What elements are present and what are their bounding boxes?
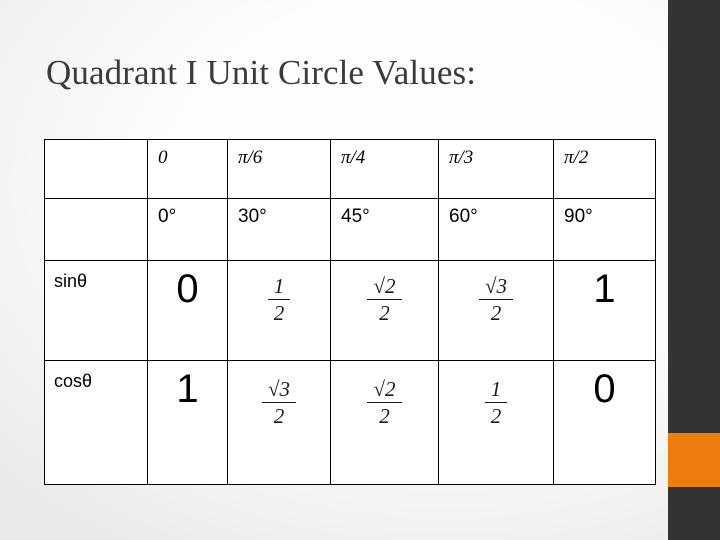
cell-degrees-45: 45°	[330, 198, 439, 261]
table-row-radians: 0 π/6 π/4 π/3 π/2	[44, 139, 656, 199]
sqrt-radicand: 3	[279, 377, 291, 401]
radians-value-pi2: π/2	[564, 147, 589, 168]
sin-value-pi6: 1 2	[267, 275, 291, 325]
fraction-denominator: 2	[273, 403, 285, 428]
table-row-sin: sinθ 0 1 2 √2 2 √3 2 1	[44, 260, 656, 361]
cell-radians-0: 0	[147, 139, 228, 199]
cell-sin-pi4: √2 2	[330, 260, 439, 361]
cell-cos-pi6: √3 2	[227, 360, 331, 485]
cell-radians-pi6: π/6	[227, 139, 331, 199]
radians-value-0: 0	[158, 147, 168, 168]
radians-value-pi4: π/4	[341, 147, 366, 168]
fraction-numerator: 1	[267, 275, 291, 300]
cell-radians-pi4: π/4	[330, 139, 439, 199]
page-title: Quadrant I Unit Circle Values:	[46, 53, 477, 92]
degrees-value-90: 90°	[564, 206, 593, 227]
fraction-numerator: √2	[367, 377, 402, 403]
fraction-denominator: 2	[490, 403, 502, 428]
degrees-value-0: 0°	[158, 206, 177, 227]
cos-row-label: cosθ	[54, 371, 93, 391]
table-row-degrees: 0° 30° 45° 60° 90°	[44, 198, 656, 261]
degrees-value-45: 45°	[341, 206, 370, 227]
sin-value-pi4: √2 2	[367, 274, 402, 325]
slide: Quadrant I Unit Circle Values: 0 π/6 π/4…	[0, 0, 720, 540]
sin-value-pi2: 1	[593, 267, 616, 311]
fraction-numerator: √3	[478, 274, 514, 300]
cell-sin-label: sinθ	[44, 260, 148, 361]
cell-sin-0: 0	[147, 260, 228, 361]
cell-cos-pi4: √2 2	[330, 360, 439, 485]
cell-radians-label	[44, 139, 148, 199]
fraction-numerator: √3	[261, 377, 297, 403]
sin-row-label: sinθ	[54, 271, 88, 291]
cell-degrees-0: 0°	[147, 198, 228, 261]
fraction-denominator: 2	[273, 300, 285, 325]
cell-cos-pi2: 0	[553, 360, 656, 485]
cell-degrees-90: 90°	[553, 198, 656, 261]
cell-sin-pi6: 1 2	[227, 260, 331, 361]
cos-value-pi3: 1 2	[484, 378, 508, 428]
cos-value-pi6: √3 2	[261, 377, 297, 428]
table-row-cos: cosθ 1 √3 2 √2 2 1 2 0	[44, 360, 656, 485]
cell-sin-pi3: √3 2	[438, 260, 554, 361]
cell-radians-pi2: π/2	[553, 139, 656, 199]
radians-value-pi6: π/6	[238, 147, 263, 168]
orange-accent-band	[668, 433, 720, 487]
cos-value-pi4: √2 2	[367, 377, 402, 428]
sqrt-radicand: 3	[496, 274, 508, 298]
cell-degrees-60: 60°	[438, 198, 554, 261]
unit-circle-table: 0 π/6 π/4 π/3 π/2 0° 30° 45° 60° 90° sin…	[44, 139, 656, 485]
fraction-denominator: 2	[379, 300, 390, 325]
degrees-value-30: 30°	[238, 206, 267, 227]
cell-degrees-label	[44, 198, 148, 261]
cell-cos-label: cosθ	[44, 360, 148, 485]
radians-value-pi3: π/3	[449, 147, 474, 168]
sqrt-radicand: 2	[385, 377, 396, 401]
degrees-value-60: 60°	[449, 206, 478, 227]
cell-cos-0: 1	[147, 360, 228, 485]
cell-radians-pi3: π/3	[438, 139, 554, 199]
sin-value-pi3: √3 2	[478, 274, 514, 325]
fraction-denominator: 2	[379, 403, 390, 428]
cos-value-pi2: 0	[593, 367, 616, 411]
fraction-numerator: 1	[484, 378, 508, 403]
sqrt-radicand: 2	[385, 274, 396, 298]
cos-value-0: 1	[176, 367, 199, 411]
cell-sin-pi2: 1	[553, 260, 656, 361]
sin-value-0: 0	[176, 267, 199, 311]
fraction-denominator: 2	[490, 300, 502, 325]
cell-degrees-30: 30°	[227, 198, 331, 261]
fraction-numerator: √2	[367, 274, 402, 300]
cell-cos-pi3: 1 2	[438, 360, 554, 485]
